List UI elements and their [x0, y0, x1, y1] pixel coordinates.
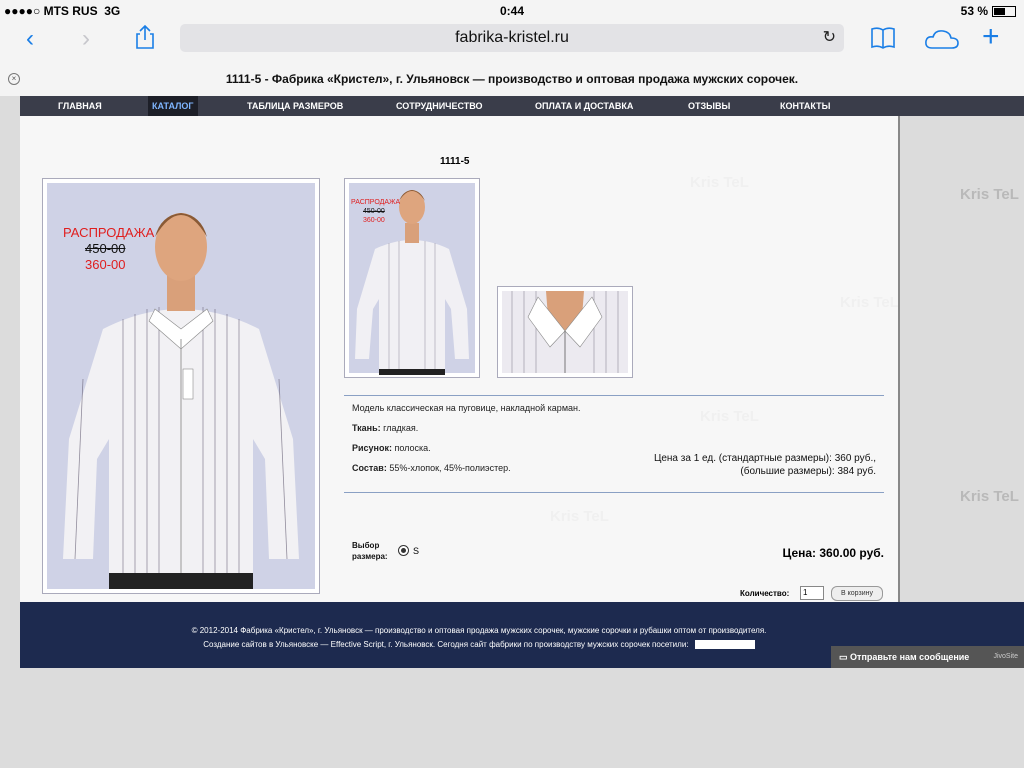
chat-icon: ▭	[839, 652, 848, 662]
nav-item-home[interactable]: ГЛАВНАЯ	[58, 96, 102, 116]
status-bar: ●●●●○ MTS RUS 3G 0:44 53 %	[0, 0, 1024, 22]
quantity-input[interactable]: 1	[800, 586, 824, 600]
size-label-line1: Выбор	[352, 541, 380, 550]
product-thumbnail-front[interactable]: РАСПРОДАЖА 450-00 360-00	[344, 178, 480, 378]
nav-item-catalog[interactable]: КАТАЛОГ	[148, 96, 198, 116]
divider-top	[344, 395, 884, 396]
collar-closeup-image	[502, 291, 628, 373]
price-total: Цена: 360.00 руб.	[782, 546, 884, 560]
share-icon[interactable]	[134, 24, 156, 50]
nav-item-size-table[interactable]: ТАБЛИЦА РАЗМЕРОВ	[247, 96, 343, 116]
new-tab-icon[interactable]: +	[982, 22, 1000, 52]
footer-credits-text: Создание сайтов в Ульяновске — Effective…	[203, 640, 689, 649]
product-sku: 1111-5	[440, 156, 470, 167]
product-content: 1111-5 РАСПРОДАЖА 450-00 360-00 РАСПРОДА…	[20, 116, 898, 602]
content-right-border	[898, 116, 900, 602]
chat-widget-button[interactable]: ▭ Отправьте нам сообщение JivoSite	[831, 646, 1024, 668]
nav-item-cooperation[interactable]: СОТРУДНИЧЕСТВО	[396, 96, 483, 116]
chat-brand: JivoSite	[993, 653, 1018, 660]
size-radio-s[interactable]	[398, 545, 409, 556]
add-to-cart-button[interactable]: В корзину	[831, 586, 883, 601]
price-standard-sizes: Цена за 1 ед. (стандартные размеры): 360…	[653, 453, 876, 464]
composition-label: Состав:	[352, 463, 387, 473]
thumb-sale-label: РАСПРОДАЖА	[351, 199, 401, 206]
reload-icon[interactable]: ↻	[823, 24, 836, 52]
url-text: fabrika-kristel.ru	[455, 29, 569, 46]
fabric-value: гладкая.	[383, 423, 419, 433]
pattern-value: полоска.	[394, 443, 431, 453]
price-large-sizes: (большие размеры): 384 руб.	[740, 466, 876, 477]
quantity-label: Количество:	[740, 589, 790, 598]
sale-label: РАСПРОДАЖА	[63, 225, 155, 240]
product-composition: Состав: 55%-хлопок, 45%-полиэстер.	[352, 463, 511, 473]
pattern-label: Рисунок:	[352, 443, 392, 453]
nav-item-reviews[interactable]: ОТЗЫВЫ	[688, 96, 730, 116]
product-thumbnail-collar[interactable]	[497, 286, 633, 378]
bookmarks-icon[interactable]	[870, 26, 896, 50]
nav-item-contacts[interactable]: КОНТАКТЫ	[780, 96, 830, 116]
product-fabric: Ткань: гладкая.	[352, 423, 418, 433]
watermark-logo: Kris TeL	[960, 186, 1019, 203]
page-background: Kris TeL Kris TeL Kris TeL Kris TeL Kris…	[0, 96, 1024, 768]
size-label-line2: размера:	[352, 552, 388, 561]
product-pattern: Рисунок: полоска.	[352, 443, 431, 453]
product-description: Модель классическая на пуговице, накладн…	[352, 403, 581, 413]
status-time: 0:44	[499, 4, 525, 18]
back-icon[interactable]: ‹	[26, 24, 34, 54]
forward-icon[interactable]: ›	[82, 24, 90, 54]
icloud-tabs-icon[interactable]	[924, 28, 960, 50]
browser-toolbar: ●●●●○ MTS RUS 3G 0:44 53 % ‹ › fabrika-k…	[0, 0, 1024, 96]
divider-bottom	[344, 492, 884, 493]
composition-value: 55%-хлопок, 45%-полиэстер.	[389, 463, 511, 473]
thumb-new-price: 360-00	[363, 217, 385, 224]
page-title: 1111-5 - Фабрика «Кристел», г. Ульяновск…	[225, 72, 799, 86]
old-price: 450-00	[85, 241, 126, 256]
size-value: S	[413, 546, 420, 556]
nav-item-payment-delivery[interactable]: ОПЛАТА И ДОСТАВКА	[535, 96, 633, 116]
footer-credits: Создание сайтов в Ульяновске — Effective…	[20, 640, 938, 650]
watermark-logo: Kris TeL	[960, 488, 1019, 505]
status-battery: 53 %	[961, 4, 1016, 18]
battery-icon	[992, 6, 1016, 18]
thumb-old-price: 450-00	[363, 208, 385, 215]
footer-copyright: © 2012-2014 Фабрика «Кристел», г. Ульяно…	[191, 626, 767, 635]
chat-label: Отправьте нам сообщение	[850, 652, 970, 662]
main-navigation: ГЛАВНАЯ КАТАЛОГ ТАБЛИЦА РАЗМЕРОВ СОТРУДН…	[20, 96, 1024, 116]
fabric-label: Ткань:	[352, 423, 381, 433]
visitor-counter[interactable]	[694, 640, 755, 650]
url-bar[interactable]: fabrika-kristel.ru ↻	[180, 24, 844, 52]
product-main-image[interactable]: РАСПРОДАЖА 450-00 360-00	[42, 178, 320, 594]
size-select-label: Выбор размера:	[352, 540, 388, 562]
new-price: 360-00	[85, 257, 126, 272]
